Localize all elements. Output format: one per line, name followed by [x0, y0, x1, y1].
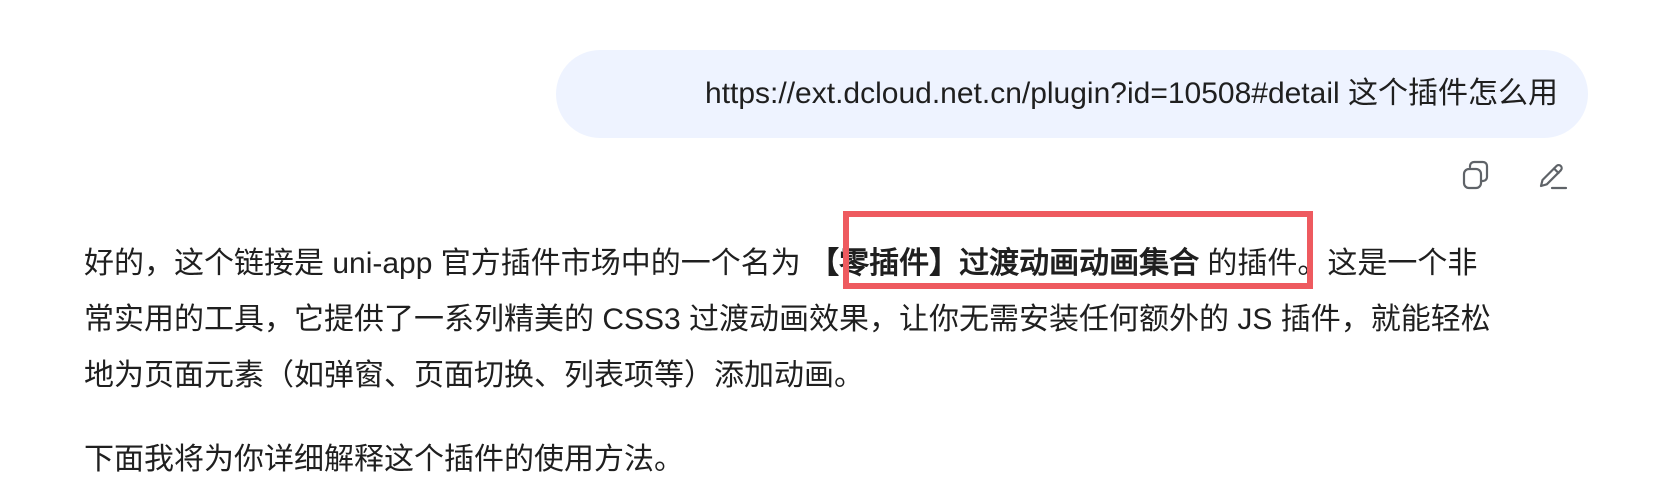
- answer-line-1-prefix: 好的，这个链接是 uni-app 官方插件市场中的一个名为: [84, 247, 810, 280]
- copy-button[interactable]: [1458, 158, 1494, 194]
- answer-line-2: 常实用的工具，它提供了一系列精美的 CSS3 过渡动画效果，让你无需安装任何额外…: [84, 303, 1491, 336]
- answer-line-3: 地为页面元素（如弹窗、页面切换、列表项等）添加动画。: [84, 359, 864, 392]
- assistant-answer: 好的，这个链接是 uni-app 官方插件市场中的一个名为 【零插件】过渡动画动…: [84, 236, 1590, 488]
- plugin-name-highlight: 【零插件】过渡动画动画集合: [809, 247, 1200, 280]
- answer-paragraph-2: 下面我将为你详细解释这个插件的使用方法。: [84, 443, 684, 476]
- edit-button[interactable]: [1534, 158, 1570, 194]
- copy-icon: [1462, 160, 1489, 190]
- pencil-icon: [1539, 164, 1568, 190]
- user-message-text: https://ext.dcloud.net.cn/plugin?id=1050…: [705, 77, 1558, 110]
- answer-line-1-suffix: 的插件。这是一个非: [1199, 247, 1478, 280]
- answer-paragraph-1: 好的，这个链接是 uni-app 官方插件市场中的一个名为 【零插件】过渡动画动…: [84, 236, 1590, 404]
- message-actions: [1458, 158, 1570, 194]
- user-message-bubble: https://ext.dcloud.net.cn/plugin?id=1050…: [556, 50, 1588, 138]
